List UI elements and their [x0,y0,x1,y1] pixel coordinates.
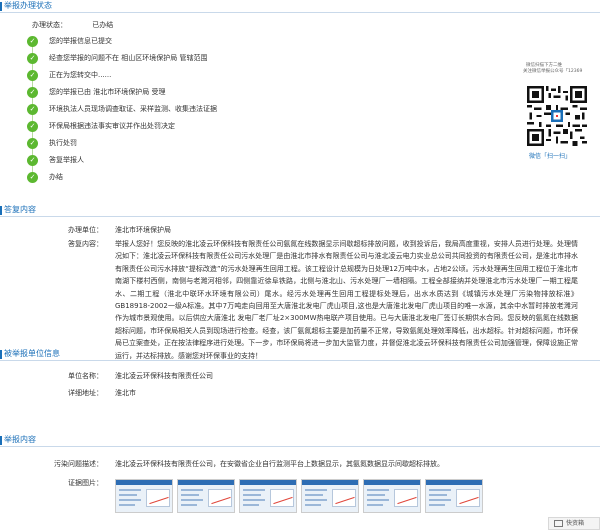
target-unit-row: 单位名称： 淮北凌云环保科技有限责任公司 [33,370,593,382]
issue-row: 污染问题描述： 淮北凌云环保科技有限责任公司，在安徽省企业自行监测平台上数据显示… [33,458,593,470]
timeline-step-text: 办结 [49,173,63,181]
target-unit-label: 单位名称： [68,372,103,380]
check-icon: ✓ [27,87,38,98]
reply-unit-value: 淮北市环境保护局 [115,226,171,234]
timeline-step-text: 您的举报已由 淮北市环境保护局 受理 [49,88,166,96]
reply-content-label: 答复内容： [68,240,103,248]
section-header-reply: 答复内容 [0,204,600,217]
timeline-step-text: 正在为您转交中...... [49,71,112,79]
section-title: 答复内容 [4,205,36,214]
section-marker [0,436,2,445]
reply-unit-row: 办理单位： 淮北市环境保护局 [33,224,593,236]
status-row: 办理状态： 已办结 [32,20,113,30]
check-icon: ✓ [27,138,38,149]
check-icon: ✓ [27,121,38,132]
section-marker [0,2,2,11]
status-label: 办理状态： [32,21,67,29]
section-marker [0,350,2,359]
mail-icon [554,520,563,527]
timeline-step-text: 执行处罚 [49,139,77,147]
check-icon: ✓ [27,36,38,47]
section-title: 被举报单位信息 [4,349,60,358]
reply-unit-label: 办理单位： [68,226,103,234]
section-title: 举报内容 [4,435,36,444]
target-address-value: 淮北市 [115,389,136,397]
evidence-photo[interactable] [115,479,173,513]
quick-mailbox-label: 快资箱 [566,520,585,527]
section-header-content: 举报内容 [0,434,600,447]
reply-content-label-row: 答复内容： [33,238,113,250]
section-marker [0,206,2,215]
timeline-step-text: 您的举报信息已提交 [49,37,112,45]
wechat-qr-code [527,86,587,146]
section-header-progress: 举报办理状态 [0,0,600,13]
target-address-row: 详细地址： 淮北市 [33,387,593,399]
status-value: 已办结 [92,21,114,29]
evidence-photo[interactable] [425,479,483,513]
evidence-photo[interactable] [177,479,235,513]
qr-caption-bottom: 微信「扫一扫」 [529,153,572,160]
qr-caption-sub: 关注微信举报公众号「12369 [523,69,583,74]
quick-mailbox-button[interactable]: 快资箱 [548,517,600,530]
photo-label: 证据图片： [68,479,103,487]
evidence-photo[interactable] [301,479,359,513]
reply-content-text: 举报人您好！您反映的淮北凌云环保科技有限责任公司氨氮在线数据显示间歇超标排放问题… [115,240,578,360]
check-icon: ✓ [27,104,38,115]
check-icon: ✓ [27,70,38,81]
timeline-step-text: 答复举报人 [49,156,84,164]
section-title: 举报办理状态 [4,1,52,10]
photo-label-row: 证据图片： [33,477,113,489]
check-icon: ✓ [27,172,38,183]
issue-value: 淮北凌云环保科技有限责任公司，在安徽省企业自行监测平台上数据显示，其氨氮数据显示… [115,460,444,468]
timeline-step-text: 经查您举报的问题不在 相山区环境保护局 管辖范围 [49,54,208,62]
target-unit-value: 淮北凌云环保科技有限责任公司 [115,372,213,380]
target-address-label: 详细地址： [68,389,103,397]
issue-label: 污染问题描述： [54,460,103,468]
timeline-step-text: 环保局根据违法事实审议并作出处罚决定 [49,122,175,130]
evidence-photo[interactable] [363,479,421,513]
evidence-photo[interactable] [239,479,297,513]
section-header-target: 被举报单位信息 [0,348,600,361]
check-icon: ✓ [27,155,38,166]
timeline-step-text: 环境执法人员现场调查取证、采样监测、收集违法证据 [49,105,217,113]
check-icon: ✓ [27,53,38,64]
